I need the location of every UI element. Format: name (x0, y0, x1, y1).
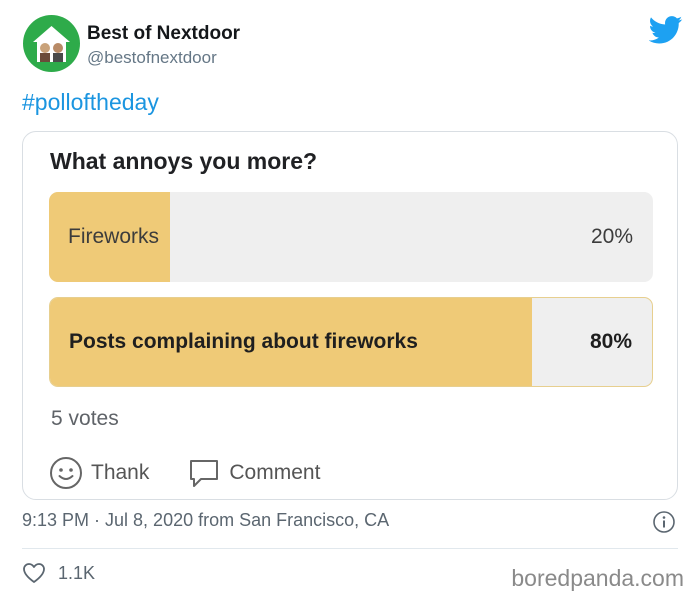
display-name[interactable]: Best of Nextdoor (87, 23, 240, 45)
poll-option-label: Posts complaining about fireworks (69, 330, 418, 353)
poll-card: What annoys you more? Fireworks 20% Post… (22, 131, 678, 500)
comment-label: Comment (229, 461, 321, 484)
avatar[interactable] (23, 15, 80, 72)
comment-button[interactable]: Comment (187, 456, 320, 490)
like-button[interactable]: 1.1K (22, 562, 95, 584)
thank-label: Thank (91, 461, 150, 484)
info-icon[interactable] (652, 510, 676, 534)
nextdoor-logo (33, 26, 70, 62)
poll-option-percent: 20% (590, 225, 633, 248)
watermark: boredpanda.com (511, 565, 684, 591)
poll-actions: Thank Comment (49, 455, 358, 491)
smiley-icon (50, 457, 82, 489)
like-count: 1.1K (58, 562, 96, 583)
poll-option-percent: 80% (589, 330, 632, 353)
poll-question: What annoys you more? (50, 148, 318, 174)
vote-count: 5 votes (51, 407, 119, 430)
twitter-bird-icon[interactable] (649, 16, 683, 44)
handle[interactable]: @bestofnextdoor (87, 48, 217, 68)
heart-icon (23, 563, 45, 583)
tweet-header: Best of Nextdoor @bestofnextdoor (23, 15, 683, 75)
divider (22, 548, 678, 549)
hashtag-link[interactable]: #polloftheday (22, 89, 159, 116)
thank-button[interactable]: Thank (49, 456, 149, 490)
poll-option-posts-complaining[interactable]: Posts complaining about fireworks 80% (49, 297, 653, 387)
poll-option-label: Fireworks (68, 225, 160, 248)
poll-option-fireworks[interactable]: Fireworks 20% (49, 192, 653, 282)
tweet-timestamp[interactable]: 9:13 PM · Jul 8, 2020 from San Francisco… (22, 510, 389, 531)
comment-bubble-icon (190, 460, 219, 487)
